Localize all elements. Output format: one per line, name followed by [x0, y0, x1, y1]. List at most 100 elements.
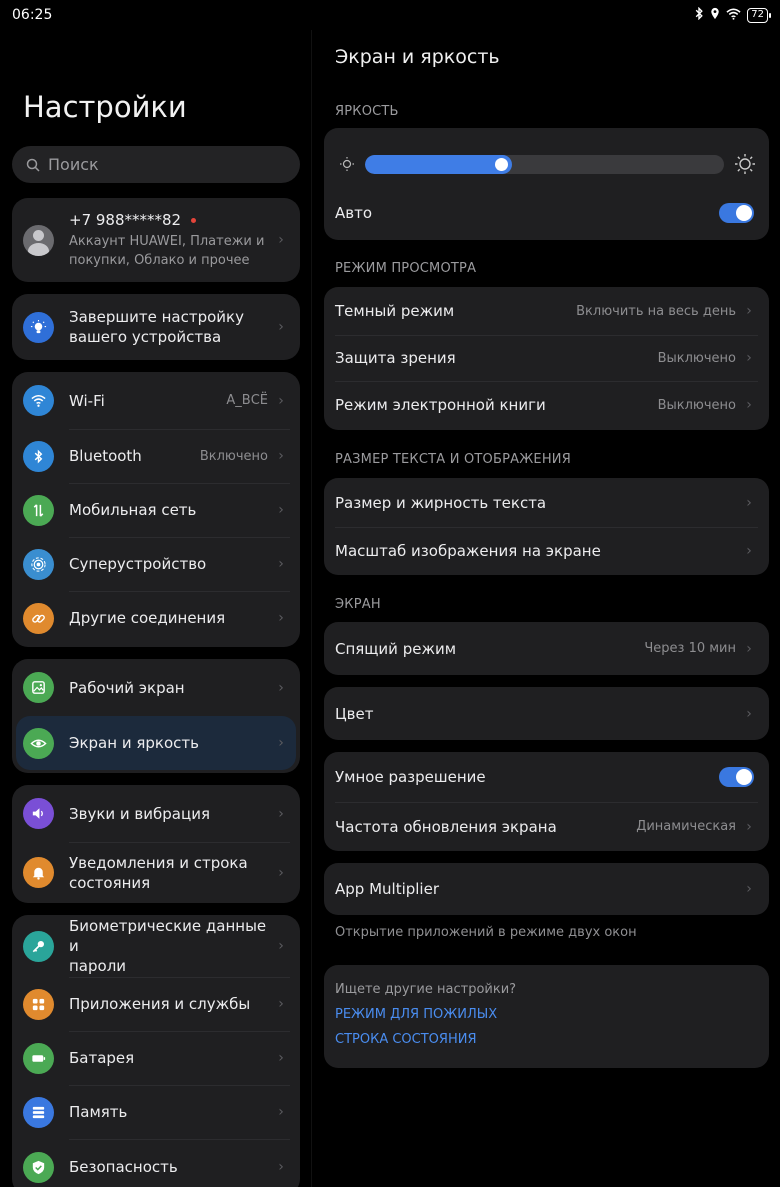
auto-brightness-toggle[interactable] [719, 203, 754, 223]
apps-grid-icon [23, 988, 54, 1020]
color-row[interactable]: Цвет › [324, 687, 769, 740]
ebook-mode-row[interactable]: Режим электронной книги Выключено › [324, 381, 769, 429]
bluetooth-value: Включено [199, 448, 268, 464]
chevron-right-icon: › [278, 610, 284, 626]
sidebar-item-notifications[interactable]: Уведомления и строка состояния › [12, 842, 300, 903]
chevron-right-icon: › [278, 502, 284, 518]
display-scale-row[interactable]: Масштаб изображения на экране › [324, 527, 769, 575]
eye-icon [23, 727, 54, 759]
status-icons: 72 [694, 6, 771, 23]
sidebar-item-display-brightness[interactable]: Экран и яркость › [16, 716, 296, 770]
setup-card[interactable]: Завершите настройку вашего устройства › [12, 294, 300, 360]
more-settings-card: Ищете другие настройки? РЕЖИМ ДЛЯ ПОЖИЛЫ… [324, 965, 769, 1068]
display-card: Рабочий экран › Экран и яркость › [12, 659, 300, 773]
sidebar-item-super-device[interactable]: Суперустройство › [12, 537, 300, 591]
smart-resolution-row[interactable]: Умное разрешение [324, 752, 769, 802]
more-settings-title: Ищете другие настройки? [335, 982, 517, 997]
system-card: Биометрические данные и пароли › Приложе… [12, 915, 300, 1187]
super-device-icon [23, 548, 54, 580]
sidebar-item-sounds[interactable]: Звуки и вибрация › [12, 785, 300, 842]
pane-divider [311, 30, 312, 1187]
profile-card[interactable]: +7 988*****82 Аккаунт HUAWEI, Платежи и … [12, 198, 300, 282]
page-title: Настройки [23, 90, 187, 124]
link-icon [23, 602, 54, 634]
view-mode-card: Темный режим Включить на весь день › Защ… [324, 287, 769, 430]
chevron-right-icon: › [278, 679, 284, 696]
chevron-right-icon: › [278, 1104, 284, 1120]
mobile-network-icon [23, 494, 54, 526]
sidebar-item-apps[interactable]: Приложения и службы › [12, 977, 300, 1031]
elderly-mode-link[interactable]: РЕЖИМ ДЛЯ ПОЖИЛЫХ [324, 1007, 769, 1022]
sidebar-item-wifi[interactable]: Wi-Fi A_ВСЁ › [12, 372, 300, 429]
brightness-slider[interactable] [365, 154, 724, 174]
chevron-right-icon: › [278, 1159, 284, 1175]
wifi-status-icon [726, 8, 741, 23]
setup-line1: Завершите настройку [69, 308, 244, 326]
status-bar-link[interactable]: СТРОКА СОСТОЯНИЯ [324, 1032, 769, 1047]
brightness-row [324, 140, 769, 188]
account-phone: +7 988*****82 [69, 211, 182, 229]
brightness-handle[interactable] [495, 157, 509, 171]
eye-comfort-row[interactable]: Защита зрения Выключено › [324, 335, 769, 381]
dark-mode-row[interactable]: Темный режим Включить на весь день › [324, 287, 769, 335]
sidebar-item-mobile-network[interactable]: Мобильная сеть › [12, 483, 300, 537]
battery-icon: 72 [747, 7, 771, 23]
key-icon [23, 930, 54, 962]
text-size-row[interactable]: Размер и жирность текста › [324, 478, 769, 527]
sleep-row[interactable]: Спящий режим Через 10 мин › [324, 622, 769, 675]
sidebar-item-home-screen[interactable]: Рабочий экран › [12, 659, 300, 716]
sun-large-icon [734, 153, 756, 175]
account-subtitle: Аккаунт HUAWEI, Платежи и покупки, Облак… [69, 234, 265, 268]
brightness-fill [365, 154, 513, 174]
connections-card: Wi-Fi A_ВСЁ › Bluetooth Включено › Мобил… [12, 372, 300, 647]
wifi-value: A_ВСЁ [226, 393, 268, 408]
image-icon [23, 672, 54, 703]
chevron-right-icon: › [746, 350, 752, 366]
chevron-right-icon: › [746, 397, 752, 413]
sidebar-item-other-connections[interactable]: Другие соединения › [12, 591, 300, 645]
status-bar: 06:25 72 [0, 0, 780, 30]
chevron-right-icon: › [278, 735, 284, 751]
app-multiplier-hint: Открытие приложений в режиме двух окон [335, 925, 637, 940]
speaker-icon [23, 798, 54, 829]
search-icon [26, 158, 40, 172]
sun-small-icon [339, 156, 355, 172]
text-size-card: Размер и жирность текста › Масштаб изобр… [324, 478, 769, 575]
chevron-right-icon: › [278, 556, 284, 572]
chevron-right-icon: › [746, 640, 752, 657]
section-view-mode: РЕЖИМ ПРОСМОТРА [335, 261, 477, 276]
sidebar-item-biometrics[interactable]: Биометрические данные и пароли › [12, 915, 300, 977]
sidebar-item-storage[interactable]: Память › [12, 1085, 300, 1139]
app-multiplier-row[interactable]: App Multiplier › [324, 863, 769, 915]
battery-setting-icon [23, 1042, 54, 1074]
notification-dot [191, 217, 197, 223]
sidebar-item-security[interactable]: Безопасность › [12, 1139, 300, 1187]
chevron-right-icon: › [746, 303, 752, 319]
smart-resolution-toggle[interactable] [719, 767, 754, 787]
auto-brightness-row[interactable]: Авто [324, 188, 769, 238]
chevron-right-icon: › [746, 818, 752, 835]
search-placeholder: Поиск [48, 155, 99, 174]
storage-icon [23, 1096, 54, 1128]
refresh-rate-row[interactable]: Частота обновления экрана Динамическая › [324, 802, 769, 851]
chevron-right-icon: › [746, 705, 752, 722]
status-time: 06:25 [12, 7, 53, 23]
chevron-right-icon: › [278, 448, 284, 464]
chevron-right-icon: › [278, 996, 284, 1012]
finish-setup-row[interactable]: Завершите настройку вашего устройства › [12, 294, 300, 360]
chevron-right-icon: › [746, 494, 752, 511]
account-row[interactable]: +7 988*****82 Аккаунт HUAWEI, Платежи и … [12, 198, 300, 282]
chevron-right-icon: › [278, 319, 284, 335]
sidebar-item-battery[interactable]: Батарея › [12, 1031, 300, 1085]
location-icon [710, 7, 720, 23]
setup-line2: вашего устройства [69, 328, 222, 346]
wifi-icon [23, 385, 54, 416]
section-screen: ЭКРАН [335, 597, 381, 612]
sidebar-item-bluetooth[interactable]: Bluetooth Включено › [12, 429, 300, 483]
bluetooth-status-icon [694, 6, 704, 23]
detail-title: Экран и яркость [335, 46, 500, 68]
sound-card: Звуки и вибрация › Уведомления и строка … [12, 785, 300, 903]
chevron-right-icon: › [278, 805, 284, 822]
search-input[interactable]: Поиск [12, 146, 300, 183]
section-brightness: ЯРКОСТЬ [335, 104, 399, 119]
